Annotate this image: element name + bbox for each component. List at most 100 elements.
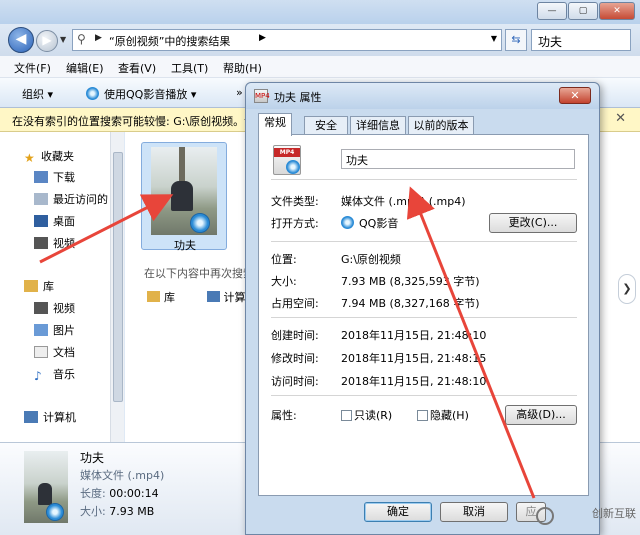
details-type-value: 媒体文件 (.mp4) — [80, 469, 165, 482]
play-with-qq-button[interactable]: 使用QQ影音播放 ▾ — [86, 86, 196, 102]
tab-previous-versions[interactable]: 以前的版本 — [408, 116, 474, 135]
readonly-label: 只读(R) — [354, 409, 393, 422]
qq-player-icon — [341, 216, 354, 229]
details-file-type: 媒体文件 (.mp4) — [80, 467, 164, 483]
location-label: 位置: — [271, 253, 297, 266]
computer-icon — [24, 411, 38, 423]
attributes-label: 属性: — [271, 409, 297, 422]
close-window-button[interactable]: ✕ — [599, 2, 635, 20]
nav-lib-music[interactable]: ♪ 音乐 — [34, 366, 75, 383]
chevron-right-icon[interactable]: ❯ — [618, 274, 636, 304]
nav-label: 桌面 — [53, 215, 75, 228]
readonly-checkbox[interactable]: 只读(R) — [341, 407, 392, 423]
address-bar-row: ◀ ▶ ▼ ⚲ ▶ “原创视频”中的搜索结果 ▶ ▼ ⇆ 功夫 — [0, 24, 640, 56]
scrollbar-thumb[interactable] — [113, 152, 123, 402]
pictures-library-icon — [34, 324, 48, 336]
search-input[interactable]: 功夫 — [531, 29, 631, 51]
recent-pages-dropdown[interactable]: ▼ — [60, 35, 66, 44]
tab-general[interactable]: 常规 — [258, 113, 292, 136]
dialog-title: 功夫 属性 — [274, 91, 322, 104]
dialog-tabs: 常规 安全 详细信息 以前的版本 — [258, 113, 590, 136]
details-length: 长度: 00:00:14 — [80, 485, 159, 501]
details-size-key: 大小: — [80, 505, 106, 518]
nav-computer[interactable]: 计算机 — [24, 409, 76, 425]
opens-with-label: 打开方式: — [271, 217, 319, 230]
dialog-titlebar[interactable]: MP4 功夫 属性 ✕ — [246, 83, 599, 109]
details-size: 大小: 7.93 MB — [80, 503, 154, 519]
menu-file[interactable]: 文件(F) — [14, 60, 51, 76]
cancel-button[interactable]: 取消 — [440, 502, 508, 522]
forward-button[interactable]: ▶ — [36, 30, 58, 52]
file-type-label: 文件类型: — [271, 195, 319, 208]
nav-lib-documents[interactable]: 文档 — [34, 344, 75, 360]
watermark-logo-icon — [536, 507, 554, 525]
file-name-field[interactable]: 功夫 — [341, 149, 575, 169]
breadcrumb-arrow-icon: ▶ — [95, 33, 102, 43]
info-bar-text: 在没有索引的位置搜索可能较慢: G:\原创视频。请 — [12, 115, 256, 128]
dialog-close-button[interactable]: ✕ — [559, 87, 591, 104]
file-type-value: 媒体文件 (.mp4) (.mp4) — [341, 195, 466, 208]
nav-label: 文档 — [53, 346, 75, 359]
size-value: 7.93 MB (8,325,593 字节) — [341, 275, 480, 288]
watermark: 创新互联 — [536, 505, 636, 527]
ok-button[interactable]: 确定 — [364, 502, 432, 522]
size-on-disk-value: 7.94 MB (8,327,168 字节) — [341, 297, 480, 310]
checkbox-box — [417, 410, 428, 421]
menu-view[interactable]: 查看(V) — [118, 60, 156, 76]
toolbar-overflow-button[interactable]: » — [236, 86, 243, 99]
recent-places-icon — [34, 193, 48, 205]
details-size-value: 7.93 MB — [109, 505, 155, 518]
minimize-button[interactable]: — — [537, 2, 567, 20]
size-on-disk-label: 占用空间: — [271, 297, 319, 310]
menu-help[interactable]: 帮助(H) — [223, 60, 262, 76]
desktop-icon — [34, 215, 48, 227]
advanced-button[interactable]: 高级(D)... — [505, 405, 577, 425]
nav-downloads[interactable]: 下载 — [34, 169, 75, 185]
nav-lib-pictures[interactable]: 图片 — [34, 322, 75, 338]
video-folder-icon — [34, 237, 48, 249]
separator — [271, 395, 577, 396]
nav-lib-videos[interactable]: 视频 — [34, 300, 75, 316]
libraries-icon — [147, 291, 160, 302]
created-value: 2018年11月15日, 21:48:10 — [341, 329, 487, 342]
file-name-label: 功夫 — [174, 239, 196, 252]
search-libraries-link[interactable]: 库 — [147, 291, 189, 304]
nav-label: 图片 — [53, 324, 75, 337]
menu-edit[interactable]: 编辑(E) — [66, 60, 104, 76]
nav-recent[interactable]: 最近访问的 — [34, 191, 108, 207]
accessed-value: 2018年11月15日, 21:48:10 — [341, 375, 487, 388]
tab-details[interactable]: 详细信息 — [350, 116, 406, 135]
computer-icon — [206, 291, 220, 302]
breadcrumb-arrow-icon[interactable]: ▶ — [259, 33, 266, 43]
opens-with-app: QQ影音 — [359, 217, 399, 230]
navigation-scrollbar[interactable] — [110, 132, 124, 442]
nav-videos-favorite[interactable]: 视频 — [34, 235, 75, 251]
nav-favorites[interactable]: ★ 收藏夹 — [24, 148, 74, 165]
explorer-titlebar: — ▢ ✕ — [0, 0, 640, 24]
documents-library-icon — [34, 346, 48, 358]
info-bar-close-button[interactable]: ✕ — [615, 111, 626, 126]
address-box[interactable]: ⚲ ▶ “原创视频”中的搜索结果 ▶ ▼ — [72, 29, 502, 51]
details-length-key: 长度: — [80, 487, 106, 500]
refresh-button[interactable]: ⇆ — [505, 29, 527, 51]
organize-button[interactable]: 组织 ▾ — [22, 86, 53, 102]
nav-libraries[interactable]: 库 — [24, 278, 54, 294]
menu-tools[interactable]: 工具(T) — [171, 60, 208, 76]
nav-desktop[interactable]: 桌面 — [34, 213, 75, 229]
hidden-checkbox[interactable]: 隐藏(H) — [417, 407, 469, 423]
general-tab-panel: MP4 功夫 文件类型: 媒体文件 (.mp4) (.mp4) 打开方式: QQ… — [258, 134, 589, 496]
nav-label: 音乐 — [53, 368, 75, 381]
maximize-button[interactable]: ▢ — [568, 2, 598, 20]
file-item-selected[interactable]: 功夫 — [141, 142, 227, 252]
accessed-label: 访问时间: — [271, 375, 319, 388]
change-button[interactable]: 更改(C)... — [489, 213, 577, 233]
menu-bar: 文件(F) 编辑(E) 查看(V) 工具(T) 帮助(H) — [0, 56, 640, 78]
nav-label: 库 — [43, 280, 54, 293]
search-again-label: 在以下内容中再次搜索: — [144, 267, 258, 280]
modified-label: 修改时间: — [271, 352, 319, 365]
tab-security[interactable]: 安全 — [304, 116, 348, 135]
address-dropdown-icon[interactable]: ▼ — [491, 34, 497, 43]
qq-player-icon — [86, 87, 99, 100]
back-button[interactable]: ◀ — [8, 27, 34, 53]
properties-dialog: MP4 功夫 属性 ✕ 常规 安全 详细信息 以前的版本 MP4 功夫 文件类型… — [245, 82, 600, 535]
